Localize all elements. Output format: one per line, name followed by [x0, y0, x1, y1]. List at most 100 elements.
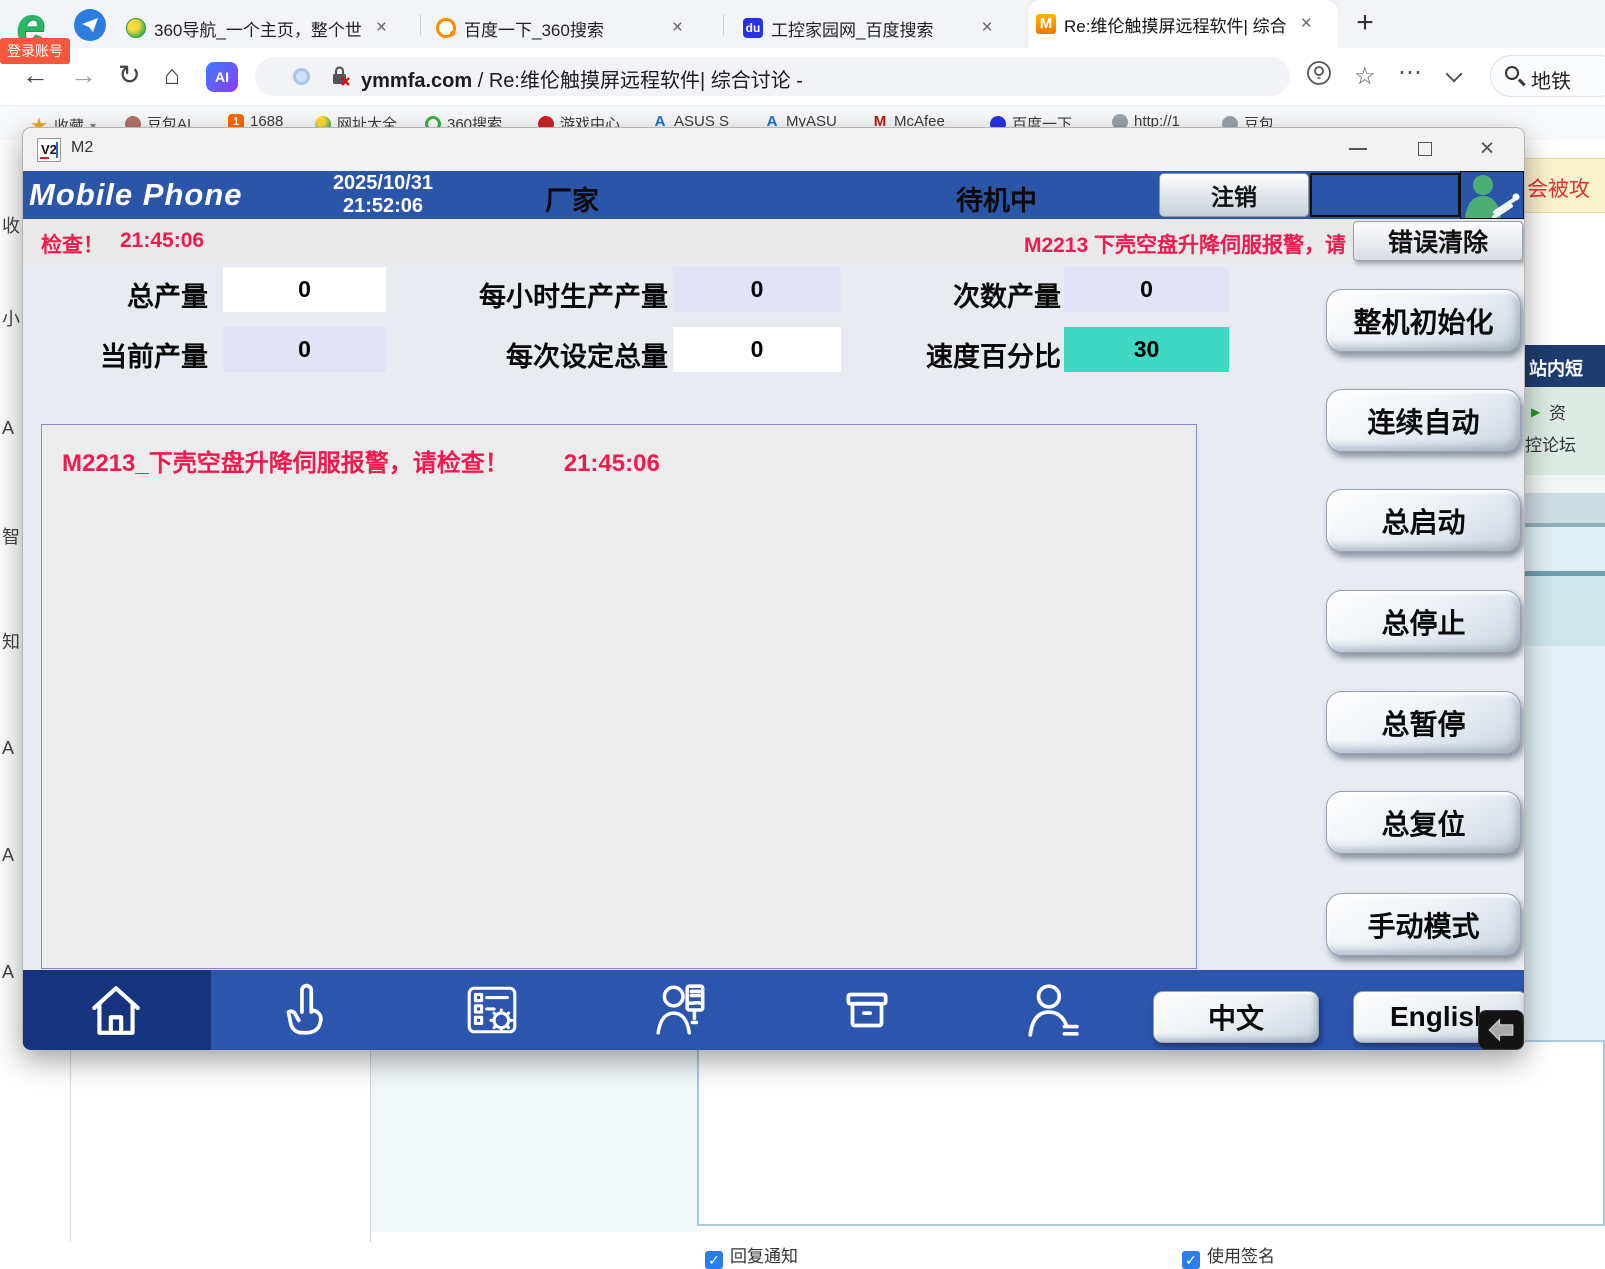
maximize-button[interactable]: [1394, 128, 1456, 171]
vnc-viewer-window[interactable]: V2 M2 × Mobile Phone 2025/10/31 21:52:06…: [22, 127, 1525, 1050]
url-path: / Re:维伦触摸屏远程软件| 综合讨论 -: [472, 70, 803, 92]
bookmark-star-icon[interactable]: ☆: [1354, 62, 1376, 91]
bg-sidebar-char: A: [2, 738, 14, 759]
360nav-favicon: [126, 18, 146, 38]
logout-button[interactable]: 注销: [1159, 173, 1309, 217]
tab-close-icon[interactable]: ×: [672, 17, 683, 39]
new-tab-button[interactable]: +: [1348, 6, 1382, 40]
stat-label: 次数产量: [903, 275, 1061, 314]
manual-mode-button[interactable]: 手动模式: [1326, 893, 1521, 956]
stat-value-field[interactable]: 0: [673, 267, 841, 312]
stat-value-field[interactable]: 0: [1064, 267, 1229, 312]
alarm-time: 21:45:06: [564, 450, 660, 477]
bg-warning-text: 会被攻: [1527, 173, 1590, 203]
bg-sidebar-char: 小: [2, 305, 20, 331]
bg-sidebar-char: A: [2, 845, 14, 866]
stat-value-field[interactable]: 0: [673, 327, 841, 372]
tab-close-icon[interactable]: ×: [376, 17, 387, 39]
user-icon[interactable]: [1023, 981, 1081, 1044]
home-icon[interactable]: ⌂: [164, 60, 180, 91]
recipe-settings-icon[interactable]: [463, 981, 521, 1044]
hand-press-icon[interactable]: [275, 981, 333, 1044]
error-clear-button[interactable]: 错误清除: [1353, 221, 1523, 261]
master-pause-button[interactable]: 总暂停: [1326, 691, 1521, 754]
checkbox-checked-icon[interactable]: ✓: [705, 1251, 723, 1269]
hmi-error-bar: 检查！ 21:45:06 M2213 下壳空盘升降伺服报警，请 错误清除: [23, 219, 1524, 263]
tab-divider: [420, 14, 421, 36]
stat-label: 速度百分比: [876, 335, 1061, 374]
stat-label: 总产量: [63, 275, 208, 314]
language-chinese-button[interactable]: 中文: [1153, 991, 1319, 1043]
vnc-back-arrow-button[interactable]: [1478, 1010, 1524, 1050]
minimize-button[interactable]: [1328, 128, 1390, 171]
ai-assistant-button[interactable]: AI: [206, 62, 238, 92]
window-title-bar[interactable]: V2 M2 ×: [23, 128, 1524, 171]
hmi-brand: Mobile Phone: [29, 177, 243, 213]
bg-sidebar-char: A: [2, 418, 14, 439]
hmi-screen: Mobile Phone 2025/10/31 21:52:06 厂家 待机中 …: [23, 171, 1524, 1050]
reading-mode-icon[interactable]: [1306, 60, 1332, 91]
bg-row: [1523, 475, 1605, 493]
bg-row: [1523, 576, 1605, 646]
master-start-button[interactable]: 总启动: [1326, 489, 1521, 552]
bg-link[interactable]: 控论坛: [1525, 431, 1576, 456]
address-bar[interactable]: ymmfa.com / Re:维伦触摸屏远程软件| 综合讨论 -: [255, 57, 1290, 96]
master-reset-button[interactable]: 总复位: [1326, 791, 1521, 854]
stat-value-field[interactable]: 0: [223, 267, 386, 312]
login-account-badge[interactable]: 登录账号: [0, 38, 70, 64]
reply-notify-option[interactable]: ✓ 回复通知: [705, 1242, 798, 1269]
hmi-user-level: 厂家: [545, 179, 599, 218]
bg-column-border: [70, 1050, 71, 1242]
forum-m-favicon: M: [1036, 14, 1056, 34]
bg-panel-header-text: 站内短: [1529, 355, 1583, 381]
speed-percent-field[interactable]: 30: [1064, 327, 1229, 372]
tab-close-icon[interactable]: ×: [981, 17, 992, 39]
insecure-lock-icon[interactable]: [329, 65, 351, 92]
url-text[interactable]: ymmfa.com / Re:维伦触摸屏远程软件| 综合讨论 -: [361, 64, 803, 93]
hmi-time: 21:52:06: [278, 195, 488, 218]
back-icon[interactable]: ←: [22, 60, 49, 91]
checkbox-label: 回复通知: [730, 1247, 798, 1266]
tab-gongkong-search[interactable]: du 工控家园网_百度搜索 ×: [735, 8, 1022, 48]
alarm-text: M2213_下壳空盘升降伺服报警，请检查！: [62, 450, 509, 477]
bg-row: [1523, 493, 1605, 523]
close-button[interactable]: ×: [1456, 128, 1518, 171]
quick-search-text: 地铁: [1531, 65, 1571, 94]
tab-label: 百度一下_360搜索: [464, 16, 604, 41]
tab-close-icon[interactable]: ×: [1301, 13, 1312, 35]
tab-label: Re:维伦触摸屏远程软件| 综合: [1064, 12, 1287, 37]
checkbox-checked-icon[interactable]: ✓: [1182, 1251, 1200, 1269]
browser-tab-strip: 360导航_一个主页，整个世 × 百度一下_360搜索 × du 工控家园网_百…: [0, 0, 1605, 48]
tab-360nav[interactable]: 360导航_一个主页，整个世 ×: [118, 8, 415, 48]
alarm-entry: M2213_下壳空盘升降伺服报警，请检查！ 21:45:06: [62, 443, 660, 478]
quick-search-box[interactable]: 地铁: [1490, 55, 1605, 97]
chevron-down-icon[interactable]: [1448, 64, 1460, 85]
bg-column: [1523, 646, 1605, 1050]
hmi-status: 待机中: [956, 179, 1037, 218]
tray-icon[interactable]: [838, 981, 896, 1044]
tab-divider: [723, 14, 724, 36]
operator-material-icon[interactable]: [653, 981, 711, 1044]
alarm-list[interactable]: M2213_下壳空盘升降伺服报警，请检查！ 21:45:06: [41, 424, 1197, 969]
bg-sidebar-char: 收: [2, 212, 20, 238]
stat-value-field[interactable]: 0: [223, 327, 386, 372]
more-menu-icon[interactable]: ⋯: [1398, 58, 1423, 87]
master-stop-button[interactable]: 总停止: [1326, 590, 1521, 653]
continuous-auto-button[interactable]: 连续自动: [1326, 389, 1521, 452]
tab-forum-active[interactable]: M Re:维伦触摸屏远程软件| 综合 ×: [1028, 0, 1338, 48]
tab-baidu-360search[interactable]: 百度一下_360搜索 ×: [428, 8, 718, 48]
site-info-icon[interactable]: [293, 68, 310, 85]
forward-icon[interactable]: →: [70, 60, 97, 91]
nav-paperplane-icon[interactable]: [74, 9, 106, 41]
home-icon[interactable]: [87, 981, 145, 1044]
machine-init-button[interactable]: 整机初始化: [1326, 289, 1521, 352]
bg-link[interactable]: 资: [1549, 399, 1566, 424]
reload-icon[interactable]: ↻: [118, 60, 141, 91]
use-signature-option[interactable]: ✓使用签名: [1182, 1242, 1275, 1269]
header-blank-field: [1310, 173, 1460, 217]
bg-sidebar-char: 智: [2, 523, 20, 549]
bg-row: [1523, 527, 1605, 571]
reply-textarea[interactable]: [697, 1040, 1605, 1226]
tab-label: 360导航_一个主页，整个世: [154, 16, 362, 41]
operator-avatar-icon[interactable]: [1460, 171, 1524, 219]
